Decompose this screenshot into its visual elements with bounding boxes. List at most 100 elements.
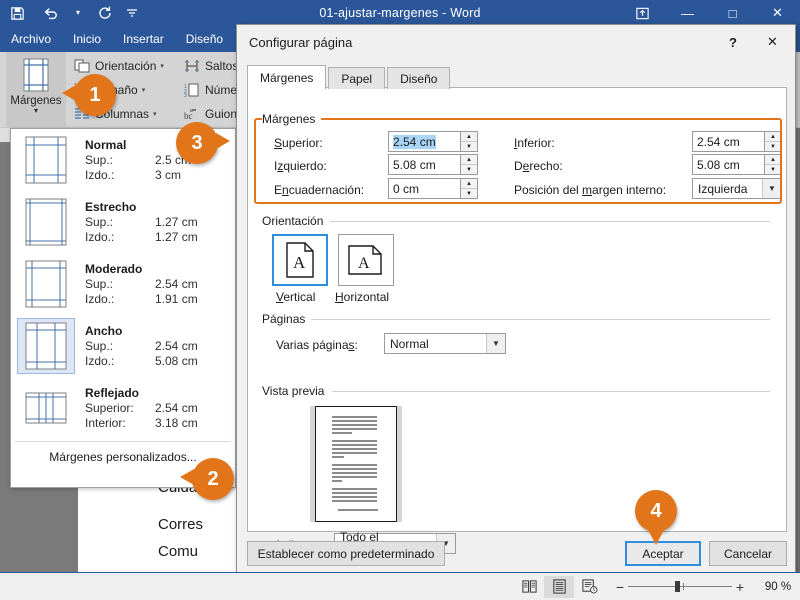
dialog-close-button[interactable]: ✕ bbox=[750, 25, 795, 59]
undo-icon[interactable] bbox=[34, 0, 68, 26]
izquierdo-spin-up-icon[interactable]: ▲ bbox=[461, 155, 477, 165]
inferior-spin-up-icon[interactable]: ▲ bbox=[765, 132, 781, 142]
set-as-default-button[interactable]: Establecer como predeterminado bbox=[247, 541, 445, 566]
dialog-tab-papel[interactable]: Papel bbox=[328, 67, 386, 89]
ribbon-tab-diseno[interactable]: Diseño bbox=[175, 26, 234, 52]
customize-qat-icon[interactable] bbox=[122, 0, 142, 26]
inferior-value-wrap[interactable]: 2.54 cm bbox=[693, 132, 764, 151]
orientation-vertical-option[interactable]: A bbox=[272, 234, 328, 286]
encuadernacion-spin-arrows[interactable]: ▲ ▼ bbox=[460, 179, 477, 198]
zoom-out-button[interactable]: − bbox=[612, 579, 628, 595]
gallery-thumb-estrecho bbox=[17, 194, 75, 250]
window-controls: — □ ✕ bbox=[620, 0, 800, 26]
zoom-knob[interactable] bbox=[675, 581, 680, 592]
minimize-button[interactable]: — bbox=[665, 0, 710, 26]
encuadernacion-spin-up-icon[interactable]: ▲ bbox=[461, 179, 477, 189]
superior-value: 2.54 cm bbox=[393, 134, 436, 149]
orientation-dropdown-icon[interactable]: ▾ bbox=[160, 62, 164, 70]
zoom-track[interactable] bbox=[628, 581, 732, 592]
encuadernacion-spin-down-icon[interactable]: ▼ bbox=[461, 189, 477, 198]
cancel-button-label: Cancelar bbox=[723, 546, 773, 561]
maximize-button[interactable]: □ bbox=[710, 0, 755, 26]
gallery-key: Izdo.: bbox=[85, 229, 115, 244]
ribbon-tab-archivo[interactable]: Archivo bbox=[0, 26, 62, 52]
dialog-title-buttons: ? ✕ bbox=[716, 25, 795, 59]
margins-group-label: Márgenes bbox=[262, 112, 322, 126]
dialog-footer: Establecer como predeterminado Aceptar C… bbox=[247, 541, 787, 569]
derecho-spin-arrows[interactable]: ▲ ▼ bbox=[764, 155, 781, 174]
page-setup-dialog: Configurar página ? ✕ Márgenes Papel Dis… bbox=[236, 24, 796, 576]
dialog-tab-diseno[interactable]: Diseño bbox=[387, 67, 451, 89]
zoom-slider[interactable]: − + bbox=[612, 579, 748, 595]
derecho-value-wrap[interactable]: 5.08 cm bbox=[693, 155, 764, 174]
callout-badge-2: 2 bbox=[180, 458, 234, 500]
superior-value-wrap[interactable]: 2.54 cm bbox=[389, 132, 460, 151]
gallery-item-ancho[interactable]: Ancho Sup.: 2.54 cm Izdo.: 5.08 cm bbox=[11, 315, 235, 377]
superior-spinner[interactable]: 2.54 cm ▲ ▼ bbox=[388, 131, 478, 152]
posicion-margen-interno-combo[interactable]: Izquierda ▼ bbox=[692, 178, 782, 199]
derecho-spinner[interactable]: 5.08 cm ▲ ▼ bbox=[692, 154, 782, 175]
orientation-horizontal-option[interactable]: A bbox=[338, 234, 394, 286]
gallery-value: 3.18 cm bbox=[155, 415, 198, 430]
gallery-value: 1.27 cm bbox=[155, 229, 198, 244]
chevron-down-icon[interactable]: ▼ bbox=[486, 334, 505, 353]
izquierdo-spin-down-icon[interactable]: ▼ bbox=[461, 165, 477, 174]
orientation-icon bbox=[72, 56, 92, 76]
svg-text:A: A bbox=[358, 255, 370, 272]
margins-dropdown-caret-icon[interactable]: ▾ bbox=[34, 107, 38, 115]
gallery-name-reflejado: Reflejado bbox=[85, 385, 140, 400]
encuadernacion-value: 0 cm bbox=[393, 181, 420, 196]
read-mode-icon[interactable] bbox=[514, 576, 544, 598]
svg-text:3: 3 bbox=[184, 93, 187, 98]
superior-spin-arrows[interactable]: ▲ ▼ bbox=[460, 132, 477, 151]
ribbon-tab-insertar[interactable]: Insertar bbox=[112, 26, 175, 52]
gallery-name-estrecho: Estrecho bbox=[85, 199, 137, 214]
encuadernacion-spinner[interactable]: 0 cm ▲ ▼ bbox=[388, 178, 478, 199]
derecho-spin-down-icon[interactable]: ▼ bbox=[765, 165, 781, 174]
varias-paginas-combo[interactable]: Normal ▼ bbox=[384, 333, 506, 354]
gallery-item-estrecho[interactable]: Estrecho Sup.: 1.27 cm Izdo.: 1.27 cm bbox=[11, 191, 235, 253]
izquierdo-spinner[interactable]: 5.08 cm ▲ ▼ bbox=[388, 154, 478, 175]
superior-spin-down-icon[interactable]: ▼ bbox=[461, 142, 477, 151]
posicion-margen-interno-value: Izquierda bbox=[698, 181, 748, 196]
posicion-margen-interno-label: Posición del margen interno: bbox=[514, 183, 667, 197]
redo-icon[interactable] bbox=[88, 0, 122, 26]
gallery-thumb-moderado bbox=[17, 256, 75, 312]
derecho-spin-up-icon[interactable]: ▲ bbox=[765, 155, 781, 165]
pages-group-line bbox=[310, 319, 770, 320]
dialog-title-label: Configurar página bbox=[249, 34, 353, 50]
dialog-tab-margenes[interactable]: Márgenes bbox=[247, 65, 327, 89]
web-layout-icon[interactable] bbox=[574, 576, 604, 598]
ribbon-tab-inicio[interactable]: Inicio bbox=[62, 26, 112, 52]
encuadernacion-value-wrap[interactable]: 0 cm bbox=[389, 179, 460, 198]
print-layout-icon[interactable] bbox=[544, 575, 574, 598]
inferior-spin-down-icon[interactable]: ▼ bbox=[765, 142, 781, 151]
margins-button[interactable]: Márgenes ▾ bbox=[6, 52, 66, 128]
size-dropdown-icon[interactable]: ▾ bbox=[142, 86, 146, 94]
pages-group-label: Páginas bbox=[262, 312, 312, 326]
chevron-down-icon[interactable]: ▼ bbox=[762, 179, 781, 198]
close-button[interactable]: ✕ bbox=[755, 0, 800, 26]
inferior-spin-arrows[interactable]: ▲ ▼ bbox=[764, 132, 781, 151]
gallery-item-moderado[interactable]: Moderado Sup.: 2.54 cm Izdo.: 1.91 cm bbox=[11, 253, 235, 315]
preview-group-line bbox=[332, 391, 770, 392]
izquierdo-spin-arrows[interactable]: ▲ ▼ bbox=[460, 155, 477, 174]
columns-dropdown-icon[interactable]: ▾ bbox=[153, 110, 157, 118]
superior-spin-up-icon[interactable]: ▲ bbox=[461, 132, 477, 142]
ribbon-display-options-icon[interactable] bbox=[620, 0, 665, 26]
inferior-spinner[interactable]: 2.54 cm ▲ ▼ bbox=[692, 131, 782, 152]
gallery-item-reflejado[interactable]: Reflejado Superior: 2.54 cm Interior: 3.18… bbox=[11, 377, 235, 439]
zoom-level-label[interactable]: 90 % bbox=[756, 581, 800, 593]
callout-tail-icon bbox=[216, 133, 230, 149]
undo-dropdown-icon[interactable]: ▾ bbox=[68, 0, 88, 26]
cancel-button[interactable]: Cancelar bbox=[709, 541, 787, 566]
gallery-value: 2.54 cm bbox=[155, 276, 198, 291]
gallery-key: Izdo.: bbox=[85, 167, 115, 182]
dialog-help-button[interactable]: ? bbox=[716, 25, 750, 59]
orientation-button[interactable]: Orientación ▾ bbox=[72, 54, 164, 77]
save-icon[interactable] bbox=[0, 0, 34, 26]
zoom-in-button[interactable]: + bbox=[732, 579, 748, 595]
gallery-name-moderado: Moderado bbox=[85, 261, 143, 276]
izquierdo-value-wrap[interactable]: 5.08 cm bbox=[389, 155, 460, 174]
orientation-button-label: Orientación bbox=[95, 58, 157, 73]
